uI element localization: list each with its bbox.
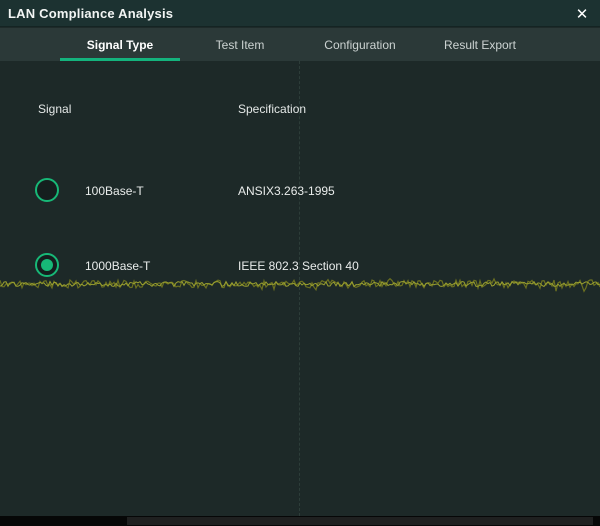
radio-100base-t[interactable] <box>35 178 59 202</box>
signal-name[interactable]: 100Base-T <box>85 184 144 198</box>
dialog-title: LAN Compliance Analysis <box>8 6 173 21</box>
radio-1000base-t[interactable] <box>35 253 59 277</box>
bottom-strip-segment <box>127 517 593 525</box>
close-icon[interactable]: ✕ <box>570 0 594 27</box>
bottom-strip <box>0 516 600 526</box>
signal-name[interactable]: 1000Base-T <box>85 259 150 273</box>
waveform-trace <box>0 270 600 298</box>
signal-specification: ANSIX3.263-1995 <box>238 184 335 198</box>
tab-bar: Signal Type Test Item Configuration Resu… <box>0 28 600 61</box>
tab-configuration[interactable]: Configuration <box>300 28 420 61</box>
tab-test-item[interactable]: Test Item <box>180 28 300 61</box>
tab-label: Configuration <box>324 38 395 52</box>
column-header-signal: Signal <box>38 102 71 116</box>
dialog-titlebar: LAN Compliance Analysis ✕ <box>0 0 600 27</box>
tab-signal-type[interactable]: Signal Type <box>60 28 180 61</box>
signal-specification: IEEE 802.3 Section 40 <box>238 259 359 273</box>
tab-result-export[interactable]: Result Export <box>420 28 540 61</box>
tab-label: Result Export <box>444 38 516 52</box>
graticule-gridline <box>299 61 300 516</box>
tab-label: Signal Type <box>87 38 153 52</box>
tab-label: Test Item <box>216 38 265 52</box>
column-header-specification: Specification <box>238 102 306 116</box>
lan-compliance-dialog: LAN Compliance Analysis ✕ Signal Type Te… <box>0 0 600 526</box>
signal-type-panel: Signal Specification 100Base-T ANSIX3.26… <box>0 61 600 516</box>
